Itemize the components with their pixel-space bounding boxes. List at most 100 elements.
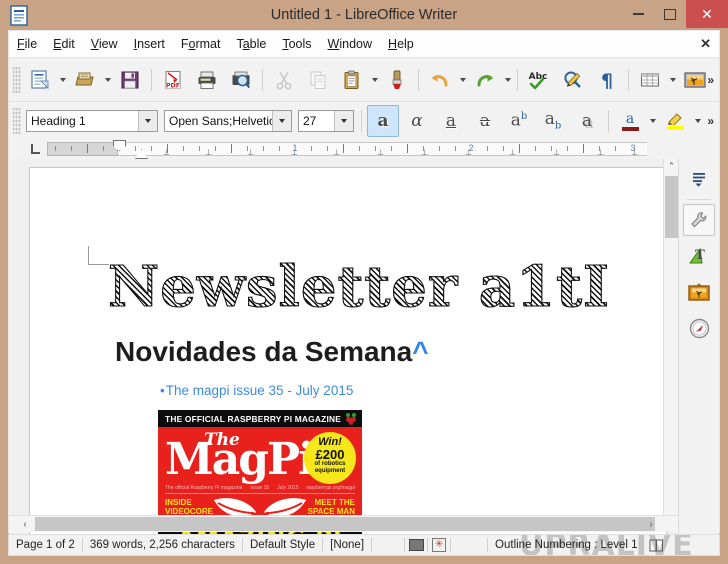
- cover-strip-mid: Issue 35: [250, 485, 270, 491]
- superscript-button[interactable]: ab: [503, 105, 535, 137]
- find-replace-button[interactable]: [557, 64, 589, 96]
- horizontal-scrollbar[interactable]: ‹ ›: [9, 515, 681, 532]
- ruler-margin-left: [47, 142, 118, 156]
- menu-format[interactable]: Format: [173, 35, 229, 53]
- document-page[interactable]: Newsletter a1tI Novidades da Semana^ •Th…: [29, 167, 667, 547]
- font-color-button[interactable]: a: [614, 105, 646, 137]
- close-window-button[interactable]: ✕: [686, 0, 728, 28]
- paste-dropdown[interactable]: [369, 66, 380, 94]
- standard-toolbar-overflow-button[interactable]: »: [707, 73, 714, 87]
- font-size-combobox[interactable]: 27: [298, 110, 354, 132]
- font-color-dropdown[interactable]: [647, 107, 658, 135]
- toolbar-grip[interactable]: [13, 67, 21, 93]
- horizontal-scroll-thumb[interactable]: [35, 517, 655, 531]
- underline-button[interactable]: a: [435, 105, 467, 137]
- document-subtitle: Novidades da Semana^: [115, 336, 429, 368]
- horizontal-ruler[interactable]: 1 2 3 ⊥ ⊥ ⊥ ⊥ ⊥ ⊥ ⊥ ⊥ ⊥ ⊥ ⊥ ⊥: [9, 139, 719, 160]
- undo-button[interactable]: [424, 64, 456, 96]
- print-preview-button[interactable]: [225, 64, 257, 96]
- paragraph-style-combobox[interactable]: Heading 1: [26, 110, 158, 132]
- standard-toolbar: PDF Abc ¶ »: [9, 57, 719, 103]
- document-subtitle-text: Novidades da Semana: [115, 336, 413, 367]
- save-document-button[interactable]: [114, 64, 146, 96]
- status-outline-level[interactable]: Outline Numbering : Level 1: [488, 539, 645, 551]
- clone-formatting-button[interactable]: [381, 64, 413, 96]
- toolbar-separator: [517, 69, 518, 91]
- selection-mode-icon[interactable]: [405, 539, 427, 551]
- bold-button[interactable]: a: [367, 105, 399, 137]
- menu-view[interactable]: View: [83, 35, 126, 53]
- menu-tools[interactable]: Tools: [274, 35, 319, 53]
- spelling-button[interactable]: Abc: [523, 64, 555, 96]
- cut-button[interactable]: [268, 64, 300, 96]
- minimize-button[interactable]: [622, 0, 654, 28]
- gallery-button[interactable]: [683, 276, 715, 308]
- copy-button[interactable]: [302, 64, 334, 96]
- cover-banner-text: THE OFFICIAL RASPBERRY PI MAGAZINE: [165, 413, 342, 424]
- insert-image-button[interactable]: [679, 64, 711, 96]
- font-size-dropdown-arrow[interactable]: [334, 111, 353, 131]
- toolbar-separator: [151, 69, 152, 91]
- vertical-scrollbar[interactable]: ⌃ ⌄: [663, 159, 679, 531]
- print-button[interactable]: [191, 64, 223, 96]
- vertical-scroll-thumb[interactable]: [665, 176, 678, 238]
- menu-edit[interactable]: Edit: [45, 35, 83, 53]
- tab-stop-selector[interactable]: [31, 144, 40, 154]
- properties-button[interactable]: [683, 204, 715, 236]
- shadow-button[interactable]: a: [571, 105, 603, 137]
- cover-divider: [165, 493, 355, 494]
- formatting-toolbar-overflow-button[interactable]: »: [707, 114, 714, 128]
- menu-table[interactable]: Table: [228, 35, 274, 53]
- font-name-dropdown-arrow[interactable]: [272, 111, 291, 131]
- toolbar-separator: [628, 69, 629, 91]
- status-word-count[interactable]: 369 words, 2,256 characters: [83, 539, 242, 551]
- sidebar-settings-button[interactable]: [683, 163, 715, 195]
- magpi-hyperlink[interactable]: The magpi issue 35 - July 2015: [166, 383, 354, 398]
- navigator-button[interactable]: [683, 312, 715, 344]
- formatting-toolbar: Heading 1 Open Sans;Helvetic 27 a α a a …: [9, 101, 719, 141]
- formatting-marks-button[interactable]: ¶: [591, 64, 623, 96]
- status-page-number[interactable]: Page 1 of 2: [9, 539, 82, 551]
- open-document-dropdown[interactable]: [102, 66, 113, 94]
- title-bar: Untitled 1 - LibreOffice Writer ✕: [0, 0, 728, 30]
- document-canvas[interactable]: Newsletter a1tI Novidades da Semana^ •Th…: [9, 159, 719, 547]
- toolbar-grip[interactable]: [13, 108, 21, 134]
- strikethrough-button[interactable]: a: [469, 105, 501, 137]
- export-pdf-button[interactable]: PDF: [157, 64, 189, 96]
- new-document-dropdown[interactable]: [57, 66, 68, 94]
- redo-dropdown[interactable]: [502, 66, 513, 94]
- italic-button[interactable]: α: [401, 105, 433, 137]
- svg-text:Abc: Abc: [529, 72, 548, 82]
- status-separator: [450, 538, 452, 552]
- font-name-value: Open Sans;Helvetic: [169, 114, 272, 128]
- svg-text:PDF: PDF: [166, 82, 180, 90]
- status-language[interactable]: [None]: [323, 539, 371, 551]
- maximize-button[interactable]: [654, 0, 686, 28]
- paste-button[interactable]: [336, 64, 368, 96]
- scroll-right-button[interactable]: ›: [643, 516, 659, 532]
- subscript-button[interactable]: ab: [537, 105, 569, 137]
- ruler-track[interactable]: 1 2 3 ⊥ ⊥ ⊥ ⊥ ⊥ ⊥ ⊥ ⊥ ⊥ ⊥ ⊥ ⊥: [47, 140, 647, 159]
- undo-dropdown[interactable]: [457, 66, 468, 94]
- scroll-left-button[interactable]: ‹: [17, 516, 33, 532]
- styles-button[interactable]: T: [683, 240, 715, 272]
- menu-help[interactable]: Help: [380, 35, 422, 53]
- bullet-list-item[interactable]: •The magpi issue 35 - July 2015: [160, 383, 353, 398]
- menu-window[interactable]: Window: [320, 35, 380, 53]
- status-page-style[interactable]: Default Style: [243, 539, 322, 551]
- new-document-button[interactable]: [24, 64, 56, 96]
- menu-file[interactable]: File: [9, 35, 45, 53]
- scroll-up-button[interactable]: ⌃: [664, 159, 679, 174]
- close-document-button[interactable]: ✕: [700, 36, 711, 52]
- highlighting-color-button[interactable]: [659, 105, 691, 137]
- insert-table-button[interactable]: [634, 64, 666, 96]
- highlighting-color-dropdown[interactable]: [692, 107, 703, 135]
- font-name-combobox[interactable]: Open Sans;Helvetic: [164, 110, 292, 132]
- menu-insert[interactable]: Insert: [126, 35, 173, 53]
- status-bar: UPRALIVE Page 1 of 2 369 words, 2,256 ch…: [8, 534, 720, 556]
- insert-table-dropdown[interactable]: [667, 66, 678, 94]
- redo-button[interactable]: [469, 64, 501, 96]
- open-document-button[interactable]: [69, 64, 101, 96]
- paragraph-style-dropdown-arrow[interactable]: [138, 111, 157, 131]
- unsaved-changes-icon[interactable]: ✳: [428, 538, 450, 552]
